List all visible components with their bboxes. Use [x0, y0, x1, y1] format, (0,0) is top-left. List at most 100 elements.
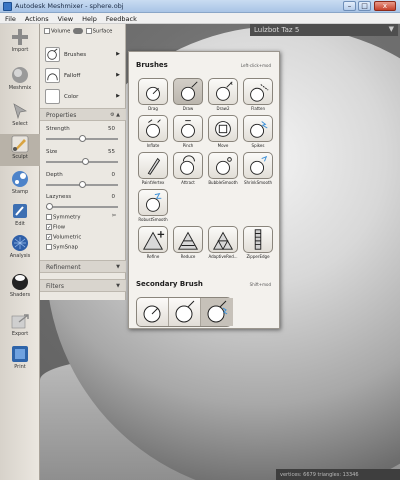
brush-pinch[interactable]: Pinch: [171, 115, 205, 151]
brush-adaptivered-[interactable]: AdaptiveRed...: [206, 226, 240, 262]
printer-name: Lulzbot Taz 5: [254, 26, 300, 34]
mode-toggle-switch[interactable]: [72, 28, 83, 34]
brush-label: Spikes: [251, 143, 265, 148]
symsnap-option[interactable]: SymSnap: [46, 244, 78, 251]
tool-sculpt[interactable]: Sculpt: [0, 134, 40, 166]
color-row[interactable]: Color ▶: [42, 87, 124, 107]
tool-shaders[interactable]: Shaders: [0, 272, 40, 302]
symmetry-checkbox[interactable]: [46, 214, 52, 220]
brush-shrinksmooth[interactable]: ShrinkSmooth: [241, 152, 275, 188]
size-slider[interactable]: [46, 158, 118, 165]
brush-adaptivered--icon: [208, 226, 238, 253]
menu-file[interactable]: File: [0, 13, 20, 23]
menu-actions[interactable]: Actions: [20, 13, 53, 23]
brush-label: ZipperEdge: [246, 254, 270, 259]
brush-flatten-icon: [243, 78, 273, 105]
color-swatch: [45, 89, 60, 104]
depth-knob[interactable]: [78, 181, 86, 188]
tool-import-label: Import: [11, 47, 29, 53]
symmetry-settings-icon[interactable]: ✂: [112, 213, 116, 219]
brush-robustsmooth[interactable]: RobustSmooth: [136, 189, 170, 225]
brush-drag-icon: [138, 78, 168, 105]
analysis-icon: [12, 235, 28, 251]
flow-label: Flow: [53, 224, 66, 231]
brushes-label: Brushes: [64, 52, 87, 58]
menu-feedback[interactable]: Feedback: [101, 13, 141, 23]
edit-icon: [13, 204, 27, 218]
symsnap-checkbox[interactable]: [46, 244, 52, 250]
lazyness-knob[interactable]: [46, 203, 53, 210]
brush-refine[interactable]: Refine: [136, 226, 170, 262]
depth-slider[interactable]: [46, 181, 118, 188]
tool-import[interactable]: Import: [0, 27, 40, 57]
printer-selector[interactable]: Lulzbot Taz 5 ▼: [250, 24, 398, 36]
shaders-icon: [12, 274, 28, 290]
tool-meshmix[interactable]: Meshmix: [0, 65, 40, 95]
tool-select[interactable]: Select: [0, 101, 40, 131]
minimize-button[interactable]: –: [343, 1, 356, 11]
tool-edit-label: Edit: [15, 221, 25, 227]
window-titlebar: Autodesk Meshmixer - sphere.obj – □ x: [0, 0, 400, 13]
falloff-curve-icon: [47, 73, 58, 81]
brush-inflate-icon: [138, 115, 168, 142]
secondary-brush-selector[interactable]: [136, 297, 233, 327]
volumetric-label: Volumetric: [53, 234, 82, 241]
tool-stamp[interactable]: Stamp: [0, 169, 40, 199]
brush-paintvertex-icon: [138, 152, 168, 179]
brushes-arrow-icon: ▶: [116, 51, 120, 57]
brush-drag[interactable]: Drag: [136, 78, 170, 114]
size-value: 55: [108, 149, 115, 155]
volumetric-option[interactable]: ✓ Volumetric: [46, 234, 81, 241]
volume-label: Volume: [51, 28, 71, 35]
refinement-header[interactable]: Refinement ▼: [40, 260, 126, 273]
brush-draw2-icon: [208, 78, 238, 105]
menu-help[interactable]: Help: [77, 13, 101, 23]
plus-icon: [12, 29, 28, 45]
tool-edit[interactable]: Edit: [0, 201, 40, 231]
brush-bubblesmooth[interactable]: BubbleSmooth: [206, 152, 240, 188]
volume-checkbox[interactable]: [44, 28, 50, 34]
brush-inflate[interactable]: Inflate: [136, 115, 170, 151]
secondary-brush-drag[interactable]: [137, 298, 169, 326]
brush-attract[interactable]: Attract: [171, 152, 205, 188]
tool-analysis[interactable]: Analysis: [0, 233, 40, 263]
close-button[interactable]: x: [374, 1, 396, 11]
filters-header[interactable]: Filters ▼: [40, 279, 126, 292]
secondary-brush-draw[interactable]: [169, 298, 201, 326]
falloff-row[interactable]: Falloff ▶: [42, 66, 124, 86]
tool-print[interactable]: Print: [0, 344, 40, 374]
volume-surface-toggle[interactable]: Volume Surface: [44, 28, 124, 38]
brush-move[interactable]: Move: [206, 115, 240, 151]
falloff-arrow-icon: ▶: [116, 72, 120, 78]
flow-option[interactable]: ✓ Flow: [46, 224, 65, 231]
secondary-brush-spikes[interactable]: [201, 298, 233, 326]
brush-reduce-icon: [173, 226, 203, 253]
symmetry-option[interactable]: Symmetry ✂: [46, 213, 116, 221]
size-knob[interactable]: [81, 158, 89, 165]
brush-draw[interactable]: Draw: [171, 78, 205, 114]
chevron-down-icon: ▼: [388, 25, 394, 33]
brush-flatten[interactable]: Flatten: [241, 78, 275, 114]
strength-slider[interactable]: [46, 135, 118, 142]
properties-header[interactable]: Properties ⚙ ▲: [40, 108, 126, 121]
brushes-row[interactable]: Brushes ▶: [42, 45, 124, 65]
surface-checkbox[interactable]: [85, 28, 92, 34]
properties-gear-collapse-icon[interactable]: ⚙ ▲: [110, 112, 120, 118]
lazyness-slider[interactable]: [46, 203, 118, 210]
brush-spikes[interactable]: Spikes: [241, 115, 275, 151]
volumetric-checkbox[interactable]: ✓: [46, 234, 52, 241]
brushes-popup-title: Brushes: [136, 61, 168, 69]
brush-zipperedge[interactable]: ZipperEdge: [241, 226, 275, 262]
window-title: Autodesk Meshmixer - sphere.obj: [15, 2, 124, 10]
stamp-icon: [12, 171, 28, 187]
brush-draw2[interactable]: Draw2: [206, 78, 240, 114]
brushes-popup: Brushes Left-click+mod Drag Draw Draw2 Flat…: [128, 51, 280, 329]
menu-view[interactable]: View: [53, 13, 77, 23]
maximize-button[interactable]: □: [358, 1, 371, 11]
brush-paintvertex[interactable]: PaintVertex: [136, 152, 170, 188]
strength-knob[interactable]: [78, 135, 86, 142]
brush-label: ShrinkSmooth: [243, 180, 273, 185]
tool-export[interactable]: Export: [0, 311, 40, 341]
brush-reduce[interactable]: Reduce: [171, 226, 205, 262]
flow-checkbox[interactable]: ✓: [46, 224, 52, 231]
